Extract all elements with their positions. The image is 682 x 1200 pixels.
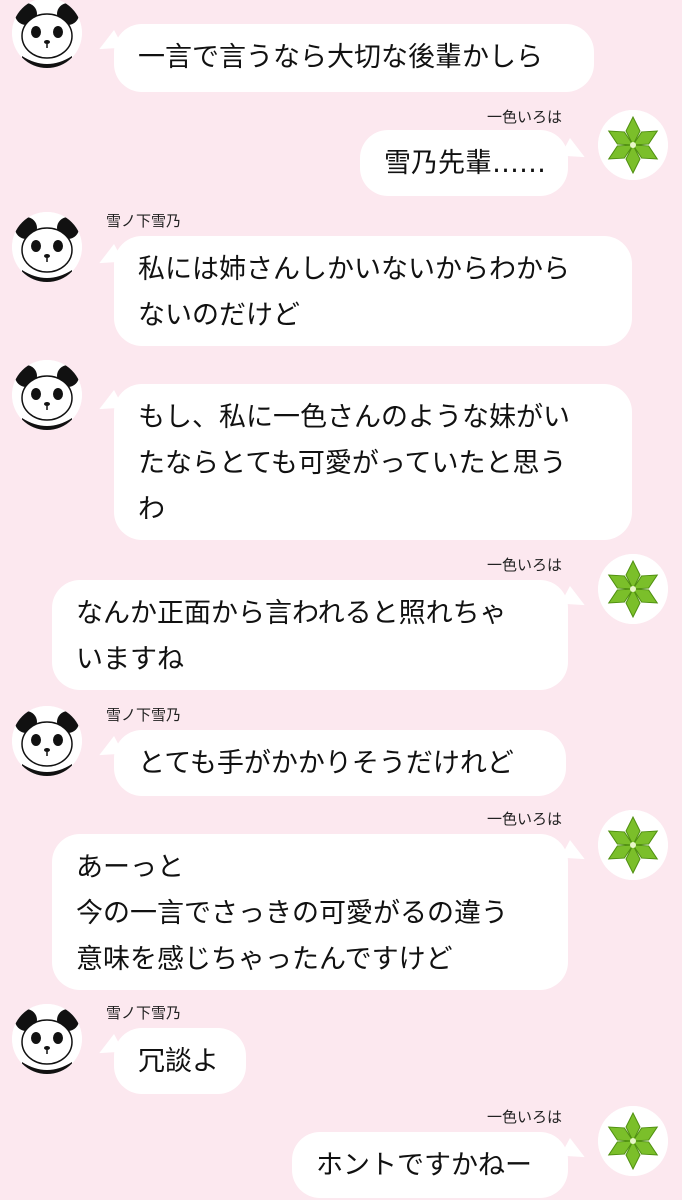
green-star-leaf-icon	[598, 810, 668, 880]
message-line: あーっと	[76, 852, 184, 883]
sender-name: 雪ノ下雪乃	[106, 212, 182, 230]
message-bubble[interactable]: 一言で言うなら大切な後輩かしら	[114, 24, 594, 92]
green-star-leaf-icon	[598, 1106, 668, 1176]
leaf-avatar[interactable]	[598, 1106, 668, 1176]
message-bubble[interactable]: なんか正面から言われると照れちゃ いますね	[52, 580, 568, 690]
message-line: いますね	[76, 644, 184, 675]
message-line: 冗談よ	[138, 1046, 219, 1077]
panda-icon	[12, 360, 82, 430]
message-line: 意味を感じちゃったんですけど	[76, 944, 453, 975]
message-bubble[interactable]: とても手がかかりそうだけれど	[114, 730, 566, 796]
message-bubble[interactable]: あーっと 今の一言でさっきの可愛がるの違う 意味を感じちゃったんですけど	[52, 834, 568, 990]
panda-avatar[interactable]	[12, 1004, 82, 1074]
panda-avatar[interactable]	[12, 360, 82, 430]
message-line: ないのだけど	[138, 300, 300, 331]
sender-name: 雪ノ下雪乃	[106, 1004, 182, 1022]
sender-name: 一色いろは	[487, 810, 563, 828]
message-line: 雪乃先輩……	[384, 148, 546, 179]
panda-icon	[12, 706, 82, 776]
panda-icon	[12, 1004, 82, 1074]
message-line: なんか正面から言われると照れちゃ	[76, 598, 507, 629]
panda-avatar[interactable]	[12, 706, 82, 776]
message-line: ホントですかねー	[316, 1150, 532, 1181]
panda-avatar[interactable]	[12, 212, 82, 282]
message-line: もし、私に一色さんのような妹がい	[138, 402, 570, 433]
leaf-avatar[interactable]	[598, 810, 668, 880]
message-bubble[interactable]: ホントですかねー	[292, 1132, 568, 1198]
message-line: わ	[138, 494, 165, 525]
message-bubble[interactable]: 冗談よ	[114, 1028, 246, 1094]
message-line: 一言で言うなら大切な後輩かしら	[138, 42, 543, 73]
message-line: 私には姉さんしかいないからわから	[138, 254, 570, 285]
sender-name: 一色いろは	[487, 1108, 563, 1126]
message-line: とても手がかかりそうだけれど	[138, 748, 514, 779]
message-line: たならとても可愛がっていたと思う	[138, 448, 567, 479]
message-line: 今の一言でさっきの可愛がるの違う	[76, 898, 508, 929]
green-star-leaf-icon	[598, 110, 668, 180]
message-bubble[interactable]: 雪乃先輩……	[360, 130, 568, 196]
green-star-leaf-icon	[598, 554, 668, 624]
sender-name: 雪ノ下雪乃	[106, 706, 182, 724]
panda-avatar[interactable]	[12, 0, 82, 68]
panda-icon	[12, 212, 82, 282]
message-bubble[interactable]: 私には姉さんしかいないからわから ないのだけど	[114, 236, 632, 346]
panda-icon	[12, 0, 82, 68]
sender-name: 一色いろは	[487, 556, 563, 574]
sender-name: 一色いろは	[487, 108, 563, 126]
leaf-avatar[interactable]	[598, 554, 668, 624]
leaf-avatar[interactable]	[598, 110, 668, 180]
message-bubble[interactable]: もし、私に一色さんのような妹がい たならとても可愛がっていたと思う わ	[114, 384, 632, 540]
